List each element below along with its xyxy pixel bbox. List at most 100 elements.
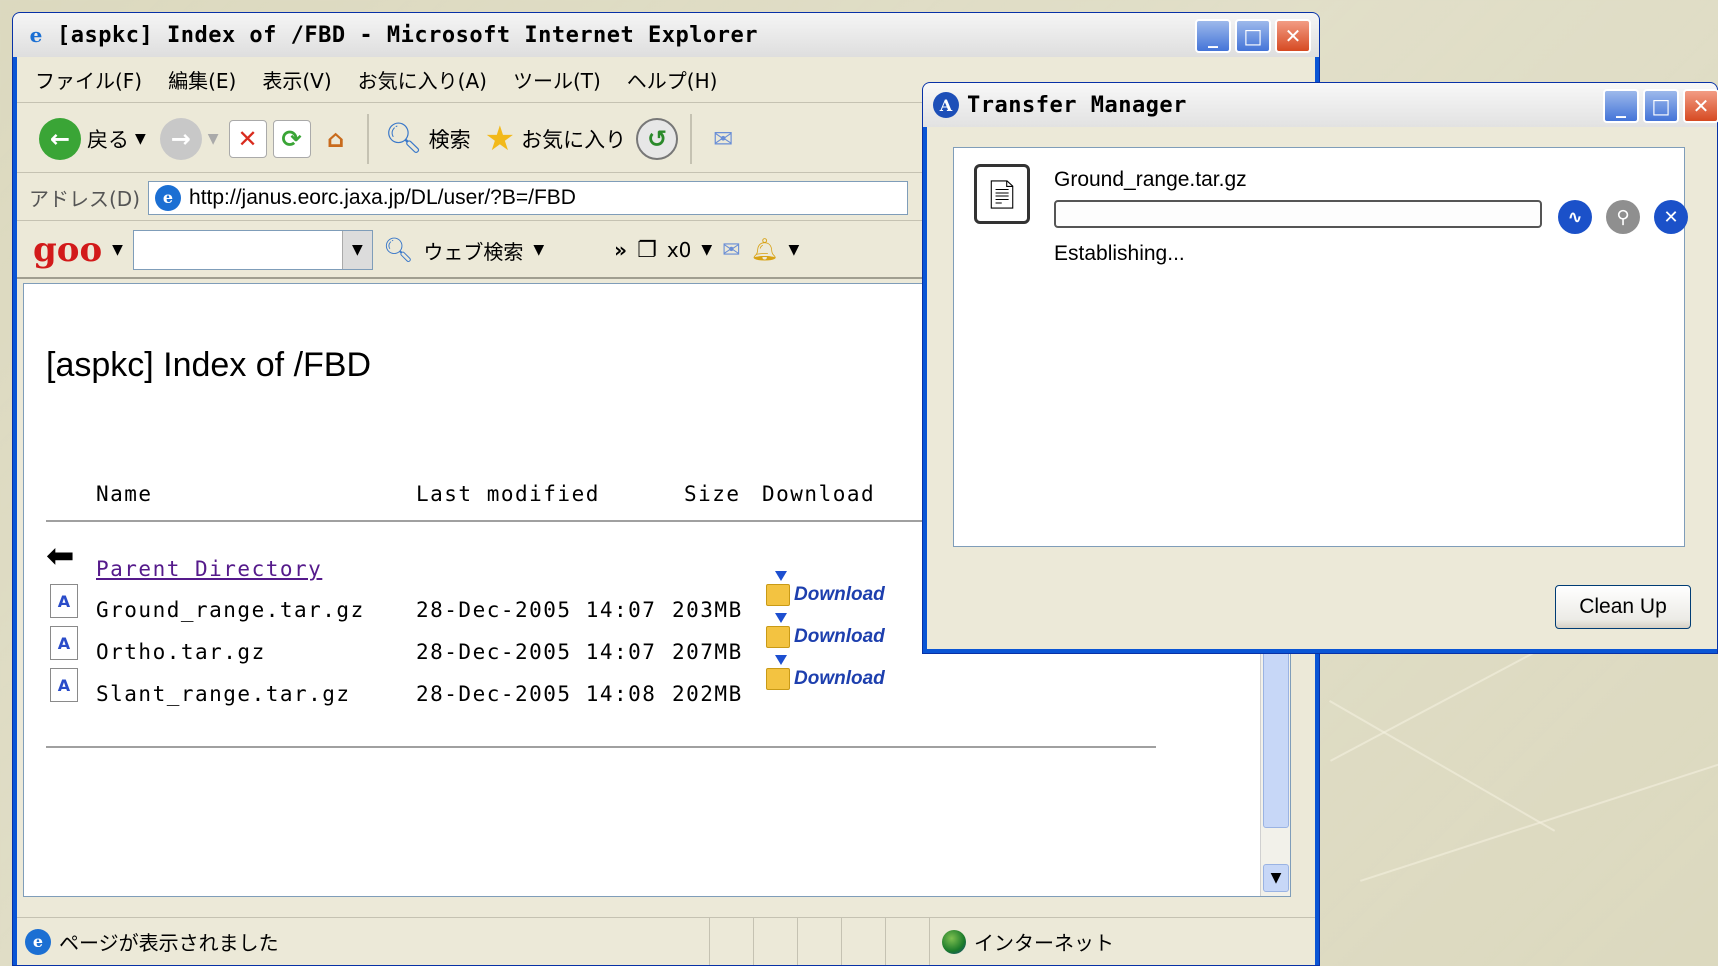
download-link[interactable]: Download: [766, 571, 885, 606]
bell-dropdown-icon[interactable]: ▼: [789, 242, 800, 258]
page-icon: e: [155, 184, 182, 211]
favorites-star-icon: ★: [484, 118, 516, 159]
toolbar-separator: [366, 113, 369, 164]
status-zone-label: インターネット: [974, 931, 1114, 955]
transfer-progress-bar: [1054, 200, 1542, 228]
count-dropdown-icon[interactable]: ▼: [701, 242, 712, 258]
transfer-status: Establishing...: [1054, 242, 1185, 265]
menu-file[interactable]: ファイル(F): [35, 65, 142, 94]
web-search-dropdown-icon[interactable]: ▼: [533, 242, 544, 258]
back-dropdown-icon[interactable]: ▼: [135, 131, 146, 147]
ie-title-bar[interactable]: e [aspkc] Index of /FBD - Microsoft Inte…: [13, 13, 1319, 57]
goo-logo[interactable]: goo: [33, 230, 102, 270]
web-search-button[interactable]: ウェブ検索: [423, 236, 523, 265]
close-button[interactable]: ✕: [1275, 19, 1311, 53]
transfer-manager-window: A Transfer Manager _ □ ✕ 📄︎ Ground_range…: [922, 82, 1718, 654]
file-name[interactable]: Ortho.tar.gz: [96, 640, 266, 664]
tm-window-title: Transfer Manager: [967, 92, 1187, 118]
file-modified: 28-Dec-2005 14:07: [416, 640, 657, 664]
minimize-button[interactable]: _: [1195, 19, 1231, 53]
download-label: Download: [794, 584, 885, 605]
download-folder-icon: [766, 655, 790, 690]
column-header-modified[interactable]: Last modified: [416, 482, 600, 506]
maximize-button[interactable]: □: [1235, 19, 1271, 53]
pulse-icon[interactable]: ∿: [1558, 200, 1592, 234]
status-page-icon: e: [25, 928, 51, 955]
document-icon: 📄︎: [974, 164, 1030, 224]
column-header-download[interactable]: Download: [762, 482, 875, 506]
menu-favorites[interactable]: お気に入り(A): [358, 65, 487, 94]
transfer-list: 📄︎ Ground_range.tar.gz Establishing... ∿…: [953, 147, 1688, 547]
archive-file-icon: A: [50, 626, 78, 660]
menu-tools[interactable]: ツール(T): [513, 65, 601, 94]
tm-client: 📄︎ Ground_range.tar.gz Establishing... ∿…: [927, 127, 1717, 649]
forward-dropdown-icon[interactable]: ▼: [208, 131, 219, 147]
history-icon[interactable]: ↺: [636, 117, 679, 160]
web-search-magnifier-icon: 🔍︎: [382, 236, 414, 264]
tm-title-bar[interactable]: A Transfer Manager _ □ ✕: [923, 83, 1718, 127]
search-button[interactable]: 🔍︎ 検索: [381, 121, 475, 156]
internet-globe-icon: [942, 929, 966, 954]
address-input[interactable]: e http://janus.eorc.jaxa.jp/DL/user/?B=/…: [148, 180, 909, 215]
file-modified: 28-Dec-2005 14:07: [416, 598, 657, 622]
download-link[interactable]: Download: [766, 655, 885, 690]
menu-help[interactable]: ヘルプ(H): [627, 65, 718, 94]
archive-file-icon: A: [50, 668, 78, 702]
menu-edit[interactable]: 編集(E): [168, 65, 236, 94]
stop-icon[interactable]: ✕: [228, 119, 267, 158]
search-magnifier-icon: 🔍︎: [384, 121, 423, 156]
forward-arrow-icon: →: [159, 117, 202, 160]
status-cell: [709, 918, 753, 965]
back-arrow-icon: ←: [39, 117, 81, 160]
home-icon[interactable]: ⌂: [317, 120, 355, 158]
tm-close-button[interactable]: ✕: [1683, 89, 1718, 123]
file-name[interactable]: Ground_range.tar.gz: [96, 598, 365, 622]
favorites-button[interactable]: ★ お気に入り: [481, 119, 630, 159]
mail-check-icon[interactable]: ✉: [722, 238, 740, 263]
magnifier-icon[interactable]: ⚲: [1606, 200, 1640, 234]
download-link[interactable]: Download: [766, 613, 885, 648]
file-size: 207MB: [672, 640, 743, 664]
parent-directory-arrow-icon: ⬅: [46, 536, 75, 576]
goo-search-input[interactable]: ▼: [132, 230, 373, 270]
favorites-label: お気に入り: [521, 127, 627, 152]
file-size: 203MB: [672, 598, 743, 622]
tm-maximize-button[interactable]: □: [1643, 89, 1679, 123]
status-zone: インターネット: [929, 918, 1229, 965]
parent-directory-link[interactable]: Parent Directory: [96, 557, 322, 581]
cancel-icon[interactable]: ✕: [1654, 200, 1688, 234]
archive-file-icon: A: [50, 584, 78, 618]
page-title: [aspkc] Index of /FBD: [46, 346, 372, 384]
window-title: [aspkc] Index of /FBD - Microsoft Intern…: [57, 22, 759, 48]
tm-minimize-button[interactable]: _: [1603, 89, 1639, 123]
forward-button[interactable]: → ▼: [156, 117, 223, 160]
window-count[interactable]: x0: [667, 238, 692, 262]
refresh-icon[interactable]: ⟳: [272, 119, 311, 158]
status-text: ページが表示されました: [59, 931, 279, 955]
download-label: Download: [794, 668, 885, 689]
status-bar: e ページが表示されました インターネット: [17, 917, 1315, 965]
back-label: 戻る: [87, 127, 129, 152]
file-size: 202MB: [672, 682, 743, 706]
file-name[interactable]: Slant_range.tar.gz: [96, 682, 351, 706]
wallpaper-line: [1329, 700, 1556, 832]
address-url: http://janus.eorc.jaxa.jp/DL/user/?B=/FB…: [189, 185, 576, 209]
download-folder-icon: [766, 571, 790, 606]
download-label: Download: [794, 626, 885, 647]
transfer-file-name: Ground_range.tar.gz: [1054, 168, 1247, 191]
column-header-size[interactable]: Size: [684, 482, 741, 506]
more-chevron-icon[interactable]: »: [614, 238, 627, 262]
menu-view[interactable]: 表示(V): [262, 65, 331, 94]
mail-icon[interactable]: ✉: [704, 120, 742, 158]
address-label: アドレス(D): [29, 187, 141, 211]
goo-dropdown-icon[interactable]: ▼: [112, 242, 123, 258]
column-header-name[interactable]: Name: [96, 482, 153, 506]
status-cell: [753, 918, 797, 965]
chevron-down-icon[interactable]: ▼: [341, 231, 372, 269]
file-modified: 28-Dec-2005 14:08: [416, 682, 657, 706]
clean-up-button[interactable]: Clean Up: [1555, 585, 1691, 629]
scroll-down-arrow-icon[interactable]: ▼: [1263, 864, 1289, 892]
alert-bell-icon[interactable]: 🔔︎: [751, 238, 779, 263]
footer-divider: [46, 746, 1156, 748]
back-button[interactable]: ← 戻る ▼: [35, 117, 150, 160]
